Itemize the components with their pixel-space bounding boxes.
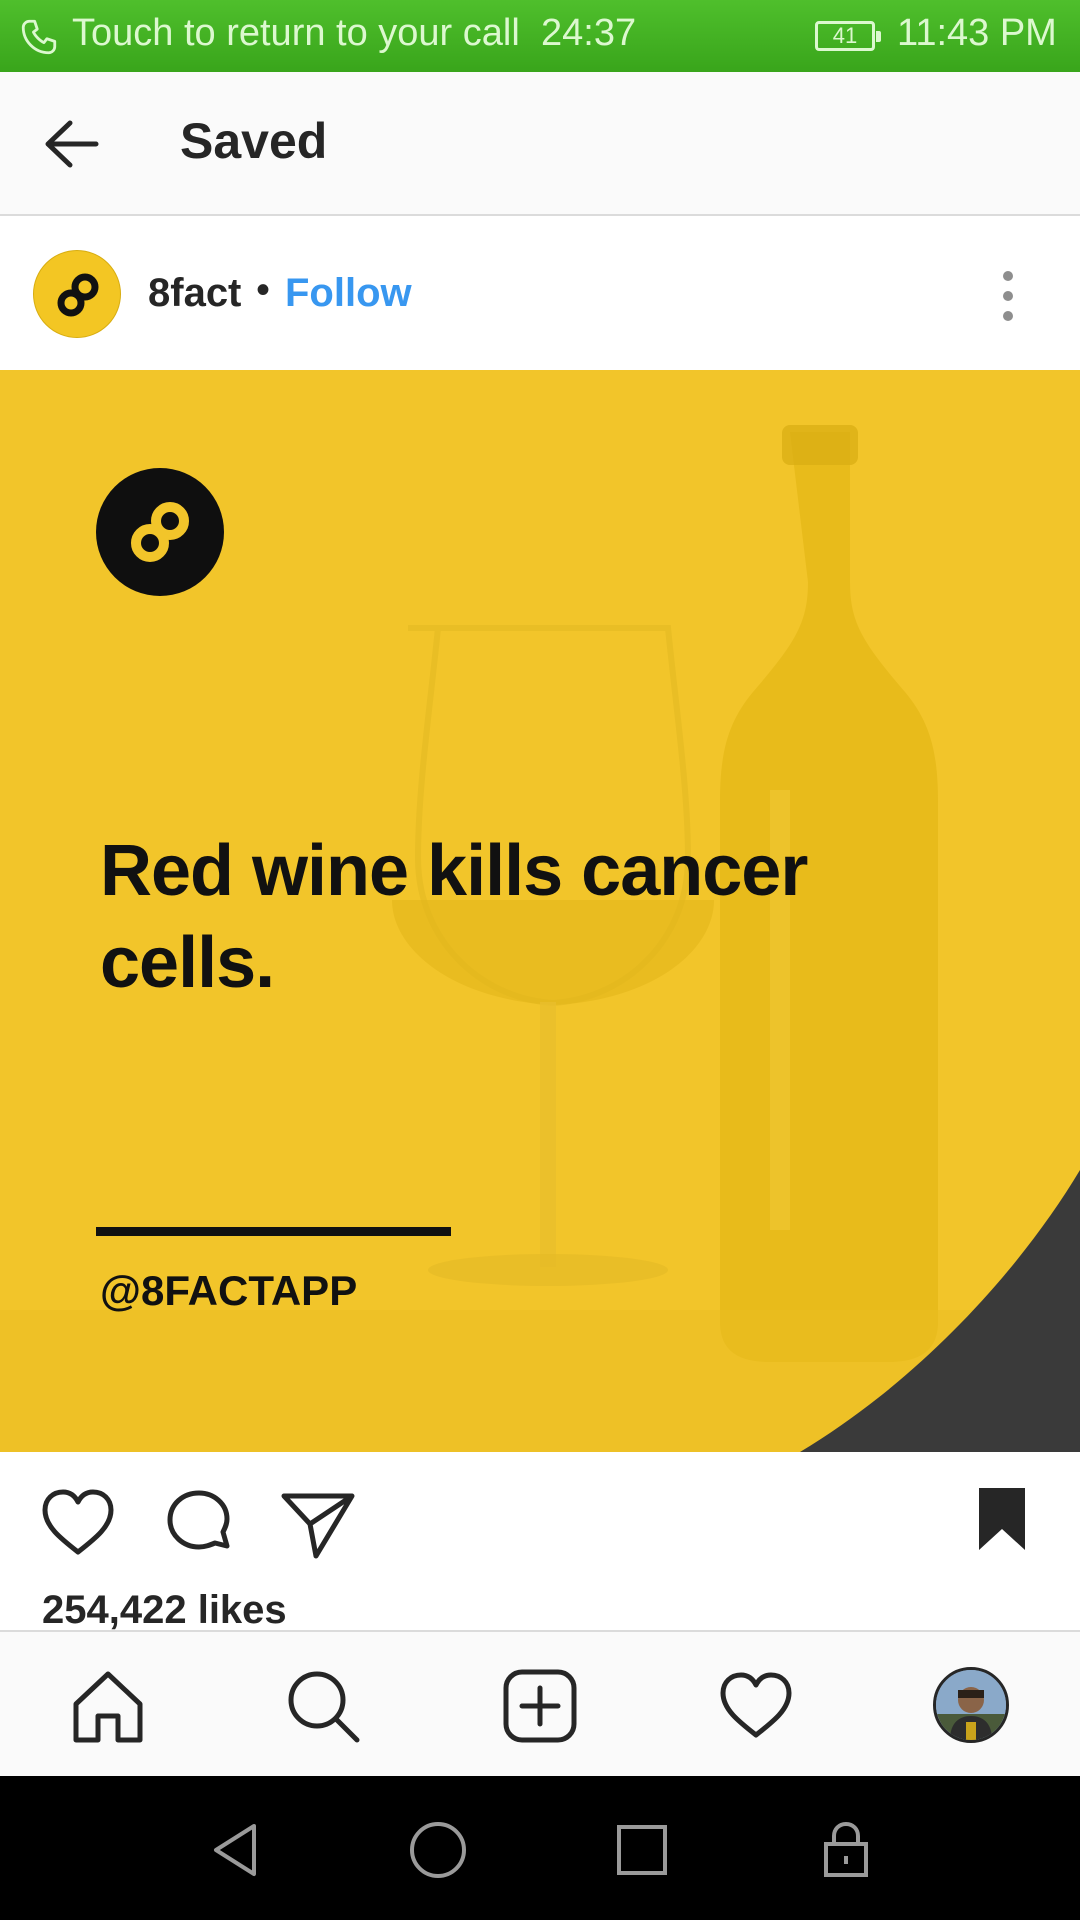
comment-bubble-icon[interactable] bbox=[163, 1488, 235, 1560]
phone-icon bbox=[21, 19, 57, 55]
8fact-logo-icon bbox=[131, 502, 189, 562]
call-timer: 24:37 bbox=[541, 12, 637, 54]
page-title: Saved bbox=[180, 113, 328, 169]
arrow-left-icon[interactable] bbox=[40, 114, 104, 174]
profile-photo bbox=[936, 1670, 1006, 1740]
lock-icon[interactable] bbox=[823, 1820, 869, 1878]
username-link[interactable]: 8fact bbox=[148, 271, 241, 316]
battery-level: 41 bbox=[832, 23, 858, 48]
status-time: 11:43 PM bbox=[897, 12, 1057, 54]
search-icon[interactable] bbox=[285, 1668, 361, 1744]
add-post-icon[interactable] bbox=[502, 1668, 578, 1744]
bookmark-filled-icon[interactable] bbox=[976, 1485, 1028, 1553]
divider-line bbox=[96, 1227, 451, 1236]
paper-plane-icon[interactable] bbox=[280, 1488, 356, 1560]
account-avatar[interactable] bbox=[33, 250, 121, 338]
activity-heart-icon[interactable] bbox=[718, 1668, 794, 1744]
separator-dot: • bbox=[256, 268, 271, 312]
follow-button[interactable]: Follow bbox=[285, 271, 412, 316]
more-options-icon[interactable] bbox=[1000, 268, 1016, 324]
post-header: 8fact • Follow bbox=[0, 216, 1080, 370]
home-circle-icon[interactable] bbox=[408, 1820, 468, 1880]
profile-avatar[interactable] bbox=[933, 1667, 1009, 1743]
return-to-call-text[interactable]: Touch to return to your call bbox=[72, 12, 520, 55]
system-nav-bar bbox=[0, 1776, 1080, 1920]
home-icon[interactable] bbox=[70, 1668, 146, 1744]
post-handle: @8FACTAPP bbox=[100, 1267, 358, 1314]
heart-outline-icon[interactable] bbox=[40, 1488, 116, 1558]
status-bar[interactable]: Touch to return to your call 24:37 41 11… bbox=[0, 0, 1080, 72]
recents-square-icon[interactable] bbox=[616, 1824, 668, 1876]
post-image[interactable]: Red wine kills cancer cells. @8FACTAPP bbox=[0, 370, 1080, 1452]
like-count[interactable]: 254,422 likes bbox=[42, 1588, 287, 1633]
post-logo bbox=[96, 468, 224, 596]
app-header: Saved bbox=[0, 72, 1080, 216]
post-actions bbox=[0, 1452, 1080, 1572]
battery-icon: 41 bbox=[815, 21, 881, 51]
back-triangle-icon[interactable] bbox=[210, 1822, 260, 1878]
8fact-logo-icon bbox=[57, 273, 99, 317]
post-headline: Red wine kills cancer cells. bbox=[100, 831, 808, 1003]
bottom-nav bbox=[0, 1630, 1080, 1776]
